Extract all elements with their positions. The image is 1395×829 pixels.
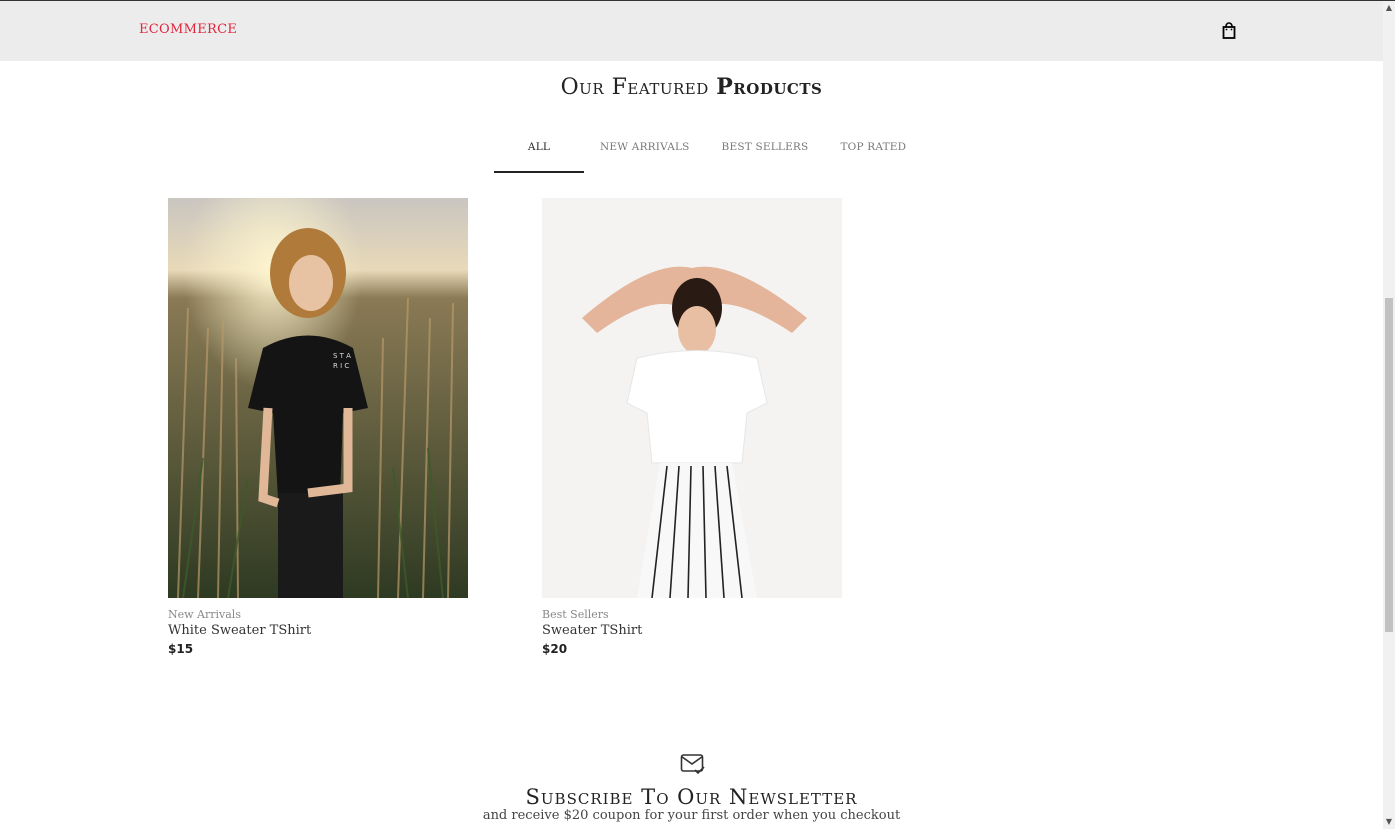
mail-check-icon	[680, 753, 706, 777]
title-bold: Products	[716, 74, 823, 100]
svg-text:R I C: R I C	[333, 362, 349, 370]
svg-text:S T A: S T A	[333, 352, 351, 360]
tab-best-sellers[interactable]: BEST SELLERS	[706, 128, 825, 173]
tab-all[interactable]: ALL	[494, 128, 584, 173]
page-scrollbar[interactable]: ▲ ▼	[1383, 1, 1395, 829]
tab-top-rated[interactable]: TOP RATED	[824, 128, 922, 173]
product-card[interactable]: S T A R I C New Arrivals White Sweater T…	[168, 198, 468, 656]
product-card[interactable]: Best Sellers Sweater TShirt $20	[542, 198, 842, 656]
brand-logo[interactable]: ECOMMERCE	[139, 22, 237, 37]
scroll-up-arrow-icon[interactable]: ▲	[1383, 1, 1395, 15]
featured-products-title: Our Featured Products	[0, 74, 1383, 100]
newsletter-title: Subscribe To Our Newsletter	[525, 785, 858, 809]
product-category: New Arrivals	[168, 608, 241, 621]
product-category: Best Sellers	[542, 608, 609, 621]
scroll-thumb[interactable]	[1385, 298, 1393, 632]
scroll-down-arrow-icon[interactable]: ▼	[1383, 815, 1395, 829]
navbar: ECOMMERCE	[0, 1, 1383, 61]
product-price: $20	[542, 642, 568, 656]
product-price: $15	[168, 642, 194, 656]
shopping-bag-icon[interactable]	[1221, 22, 1237, 40]
newsletter-subtitle: and receive $20 coupon for your first or…	[482, 808, 901, 823]
product-name[interactable]: White Sweater TShirt	[168, 623, 468, 638]
title-light: Our Featured	[560, 75, 709, 100]
product-image[interactable]	[542, 198, 842, 598]
tab-new-arrivals[interactable]: NEW ARRIVALS	[584, 128, 706, 173]
product-name[interactable]: Sweater TShirt	[542, 623, 842, 638]
product-image[interactable]: S T A R I C	[168, 198, 468, 598]
product-filter-tabs: ALL NEW ARRIVALS BEST SELLERS TOP RATED	[494, 128, 922, 173]
